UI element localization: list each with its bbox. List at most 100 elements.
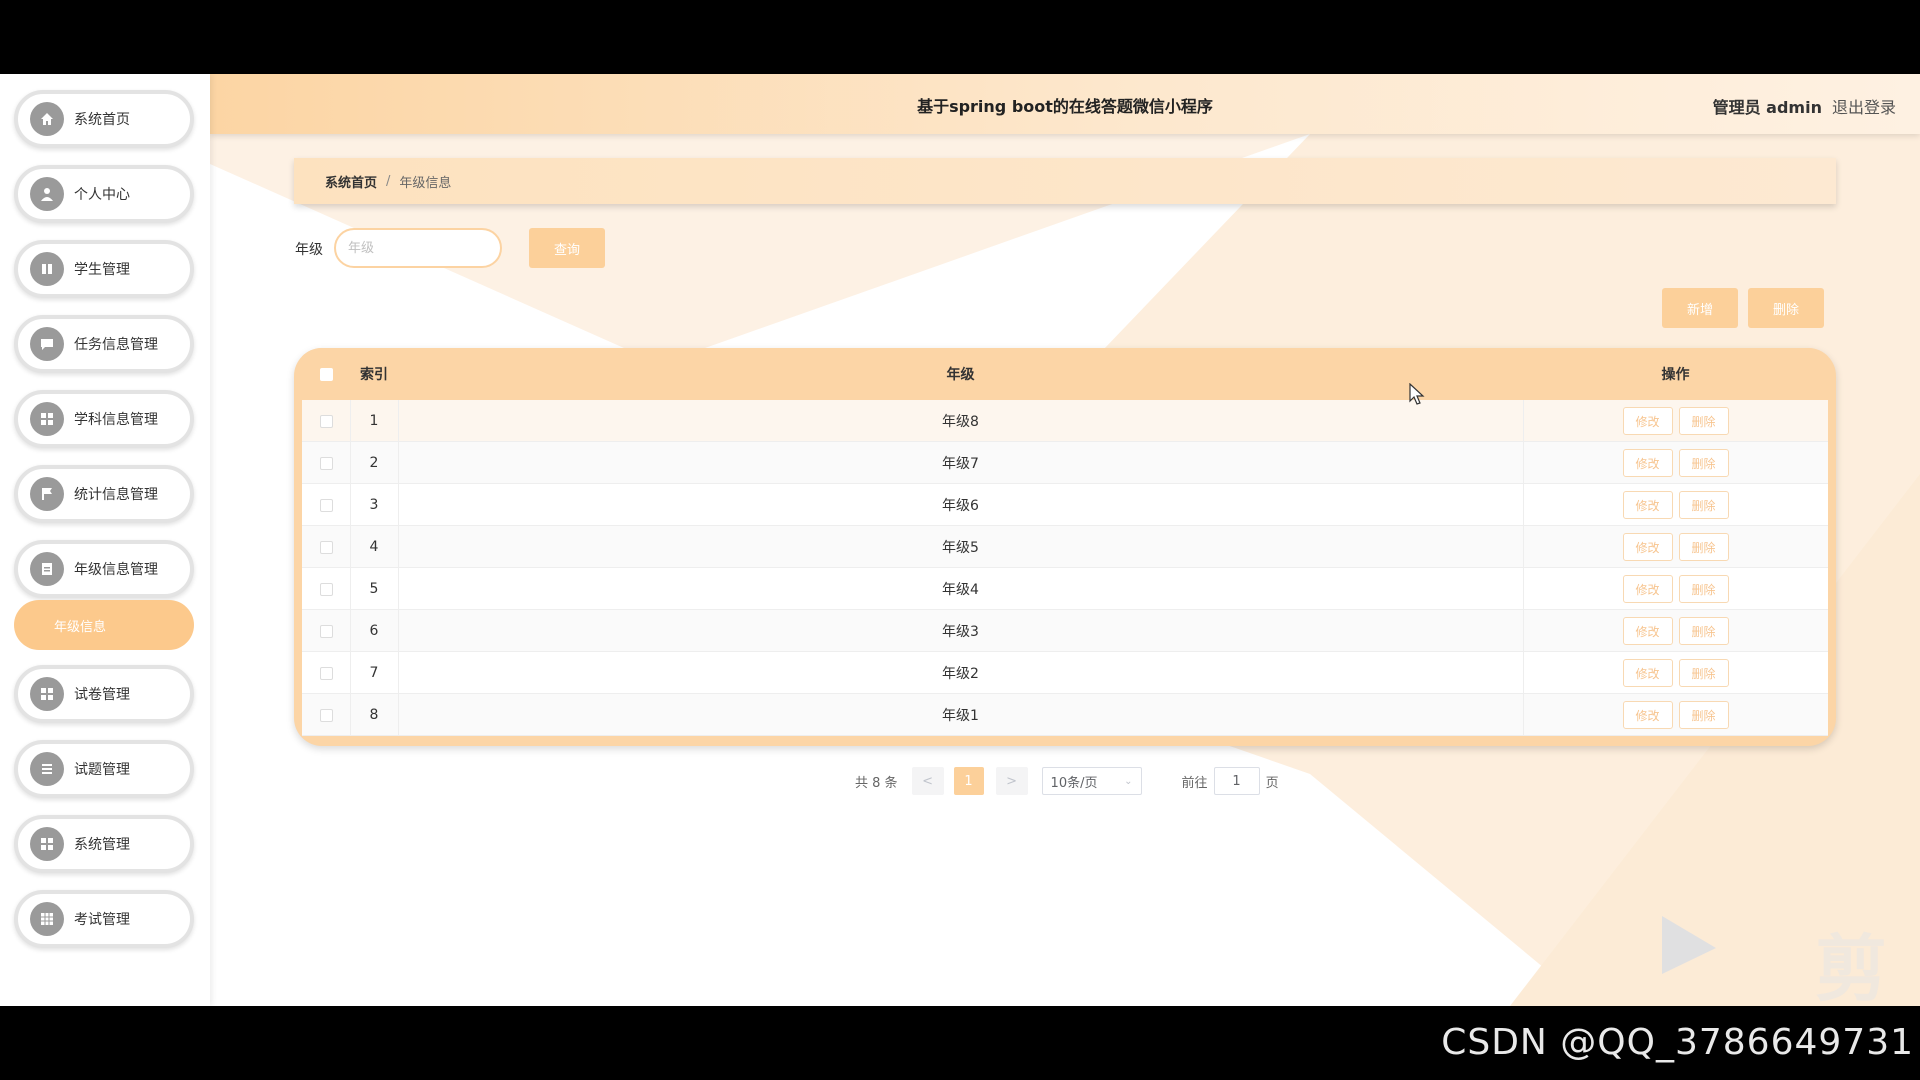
- edit-button[interactable]: 修改: [1622, 491, 1673, 519]
- breadcrumb-home[interactable]: 系统首页: [325, 172, 377, 191]
- delete-button[interactable]: 删除: [1678, 575, 1729, 603]
- delete-button[interactable]: 删除: [1678, 701, 1729, 729]
- table-row: 4 年级5 修改 删除: [302, 526, 1828, 568]
- delete-button[interactable]: 删除: [1678, 449, 1729, 477]
- edit-button[interactable]: 修改: [1622, 533, 1673, 561]
- csdn-watermark: CSDN @QQ_3786649731: [1441, 1022, 1914, 1063]
- sidebar-item-label: 试卷管理: [74, 687, 130, 703]
- goto-page-input[interactable]: 1: [1213, 767, 1260, 795]
- sidebar-item-label: 学生管理: [74, 262, 130, 278]
- page-suffix: 页: [1265, 775, 1279, 791]
- sidebar-item-grades[interactable]: 年级信息管理: [14, 540, 194, 598]
- breadcrumb-separator: /: [386, 173, 391, 189]
- search-input[interactable]: [334, 228, 502, 268]
- row-checkbox[interactable]: [319, 624, 333, 638]
- delete-button[interactable]: 删除: [1678, 659, 1729, 687]
- data-table: 索引 年级 操作 1 年级8 修改 删除 2 年级7 修改 删除 3 年级6 修改 删除 4 年级5 修改删…: [294, 348, 1836, 746]
- table-row: 1 年级8 修改 删除: [302, 400, 1828, 442]
- row-index: 8: [369, 707, 379, 723]
- video-letterbox-top: [0, 0, 1920, 74]
- top-header: 基于spring boot的在线答题微信小程序 管理员 admin 退出登录: [210, 74, 1920, 134]
- sidebar-item-students[interactable]: 学生管理: [14, 240, 194, 298]
- select-all-cell[interactable]: [302, 348, 350, 400]
- user-icon: [30, 177, 64, 211]
- row-grade: 年级7: [942, 456, 979, 472]
- table-row: 3 年级6 修改 删除: [302, 484, 1828, 526]
- sidebar-item-label: 统计信息管理: [74, 487, 158, 503]
- table-row: 2 年级7 修改 删除: [302, 442, 1828, 484]
- row-checkbox[interactable]: [319, 498, 333, 512]
- flag-icon: [30, 477, 64, 511]
- row-grade: 年级5: [942, 540, 979, 556]
- row-checkbox[interactable]: [319, 582, 333, 596]
- logout-link[interactable]: 退出登录: [1832, 94, 1896, 118]
- batch-delete-button[interactable]: 删除: [1748, 288, 1824, 328]
- sidebar-item-papers[interactable]: 试卷管理: [14, 665, 194, 723]
- table-icon: [30, 902, 64, 936]
- sidebar-item-label: 个人中心: [74, 187, 130, 203]
- query-button[interactable]: 查询: [529, 228, 605, 268]
- row-actions: 修改 删除: [1523, 610, 1828, 652]
- current-user: 管理员 admin: [1712, 98, 1822, 117]
- row-grade: 年级6: [942, 498, 979, 514]
- sidebar-item-home[interactable]: 系统首页: [14, 90, 194, 148]
- row-select-cell[interactable]: [302, 694, 350, 736]
- row-checkbox[interactable]: [319, 666, 333, 680]
- delete-button[interactable]: 删除: [1678, 533, 1729, 561]
- row-select-cell[interactable]: [302, 526, 350, 568]
- sidebar-item-statistics[interactable]: 统计信息管理: [14, 465, 194, 523]
- next-page-button[interactable]: >: [995, 767, 1028, 795]
- delete-button[interactable]: 删除: [1678, 491, 1729, 519]
- video-editor-logo: [1662, 916, 1716, 974]
- prev-page-button[interactable]: <: [911, 767, 944, 795]
- row-checkbox[interactable]: [319, 414, 333, 428]
- sidebar-item-tasks[interactable]: 任务信息管理: [14, 315, 194, 373]
- row-index: 7: [369, 665, 379, 681]
- page-size-value: 10条/页: [1050, 775, 1098, 791]
- row-checkbox[interactable]: [319, 456, 333, 470]
- row-select-cell[interactable]: [302, 400, 350, 442]
- chat-icon: [30, 327, 64, 361]
- table-row: 7 年级2 修改 删除: [302, 652, 1828, 694]
- grid-icon: [30, 402, 64, 436]
- pagination: 共 8 条 < 1 > 10条/页 ⌄ 前往 1 页: [855, 766, 1279, 796]
- row-select-cell[interactable]: [302, 484, 350, 526]
- sidebar-item-label: 系统管理: [74, 837, 130, 853]
- table-row: 5 年级4 修改 删除: [302, 568, 1828, 610]
- row-select-cell[interactable]: [302, 568, 350, 610]
- column-header-grade: 年级: [946, 367, 975, 383]
- table-row: 8 年级1 修改 删除: [302, 694, 1828, 736]
- page-size-select[interactable]: 10条/页 ⌄: [1041, 767, 1142, 795]
- edit-button[interactable]: 修改: [1622, 449, 1673, 477]
- sidebar-item-exams[interactable]: 考试管理: [14, 890, 194, 948]
- edit-button[interactable]: 修改: [1622, 701, 1673, 729]
- edit-button[interactable]: 修改: [1622, 407, 1673, 435]
- row-select-cell[interactable]: [302, 652, 350, 694]
- row-actions: 修改 删除: [1523, 484, 1828, 526]
- app-title: 基于spring boot的在线答题微信小程序: [917, 97, 1213, 116]
- row-index: 1: [369, 413, 379, 429]
- sidebar-item-subjects[interactable]: 学科信息管理: [14, 390, 194, 448]
- row-actions: 修改 删除: [1523, 526, 1828, 568]
- app-window: 系统首页 个人中心 学生管理 任务信息管理 学科信息管理 统计信息管理 年级信息…: [0, 74, 1920, 1006]
- edit-button[interactable]: 修改: [1622, 659, 1673, 687]
- delete-button[interactable]: 删除: [1678, 407, 1729, 435]
- row-select-cell[interactable]: [302, 442, 350, 484]
- edit-button[interactable]: 修改: [1622, 617, 1673, 645]
- page-number-current[interactable]: 1: [953, 767, 984, 795]
- select-all-checkbox[interactable]: [319, 367, 333, 381]
- sidebar-item-profile[interactable]: 个人中心: [14, 165, 194, 223]
- search-label: 年级: [295, 242, 323, 258]
- book-icon: [30, 252, 64, 286]
- sidebar-item-label: 考试管理: [74, 912, 130, 928]
- sidebar-item-questions[interactable]: 试题管理: [14, 740, 194, 798]
- sidebar-item-system[interactable]: 系统管理: [14, 815, 194, 873]
- row-checkbox[interactable]: [319, 708, 333, 722]
- add-button[interactable]: 新增: [1662, 288, 1738, 328]
- video-editor-watermark: 剪辑: [1815, 927, 1892, 1006]
- edit-button[interactable]: 修改: [1622, 575, 1673, 603]
- delete-button[interactable]: 删除: [1678, 617, 1729, 645]
- row-checkbox[interactable]: [319, 540, 333, 554]
- sidebar-subitem-grade-info[interactable]: 年级信息: [14, 600, 194, 650]
- row-select-cell[interactable]: [302, 610, 350, 652]
